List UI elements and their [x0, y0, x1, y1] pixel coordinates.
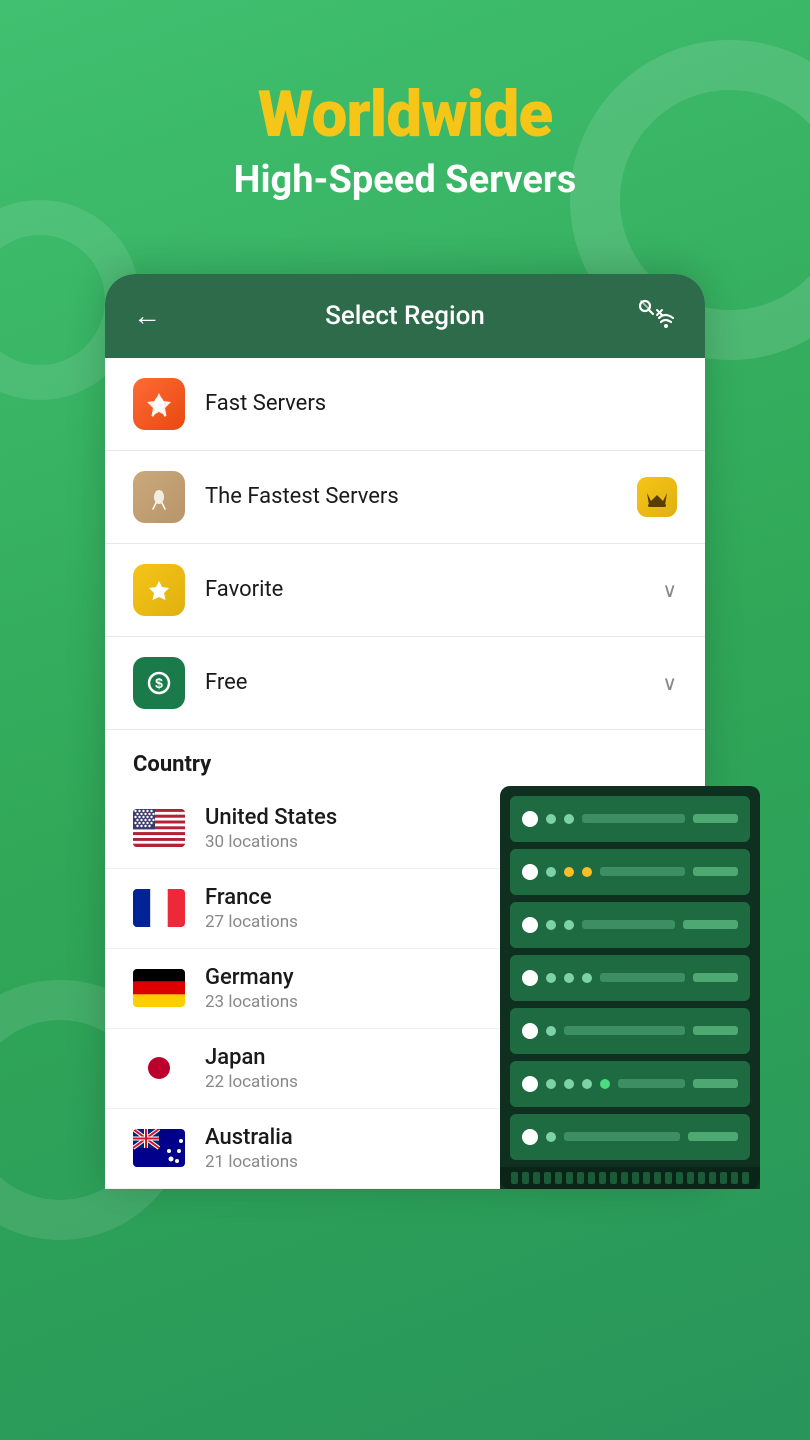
card-header: ← Select Region: [105, 274, 705, 358]
free-icon: $: [133, 657, 185, 709]
server-row-3: [510, 902, 750, 948]
server-row-1: [510, 796, 750, 842]
fast-servers-label: Fast Servers: [205, 391, 677, 416]
flag-au: [133, 1129, 185, 1167]
server-row-2: [510, 849, 750, 895]
favorite-chevron: ∨: [662, 578, 677, 602]
favorite-icon: [133, 564, 185, 616]
server-row-6: [510, 1061, 750, 1107]
server-row-7: [510, 1114, 750, 1160]
server-row-5: [510, 1008, 750, 1054]
card-title: Select Region: [173, 301, 637, 331]
country-section-header: Country: [105, 729, 705, 789]
free-chevron: ∨: [662, 671, 677, 695]
header-icons: [637, 298, 677, 334]
hero-subtitle: High-Speed Servers: [40, 158, 770, 204]
menu-item-favorite[interactable]: Favorite ∨: [105, 544, 705, 637]
flag-us: [133, 809, 185, 847]
menu-list: Fast Servers The Fastest Servers: [105, 358, 705, 729]
back-button[interactable]: ←: [133, 299, 173, 332]
flag-fr: [133, 889, 185, 927]
server-row-4: [510, 955, 750, 1001]
server-rack-illustration: [500, 786, 770, 1189]
fast-servers-icon: [133, 378, 185, 430]
svg-text:$: $: [155, 675, 163, 691]
fastest-servers-icon: [133, 471, 185, 523]
wifi-search-icon[interactable]: [637, 298, 677, 334]
menu-item-fastest-servers[interactable]: The Fastest Servers: [105, 451, 705, 544]
premium-badge: [637, 477, 677, 517]
favorite-label: Favorite: [205, 577, 662, 602]
hero-title: Worldwide: [40, 80, 770, 150]
flag-jp: [133, 1049, 185, 1087]
hero-section: Worldwide High-Speed Servers: [0, 0, 810, 244]
fastest-servers-label: The Fastest Servers: [205, 484, 637, 509]
menu-item-fast-servers[interactable]: Fast Servers: [105, 358, 705, 451]
flag-de: [133, 969, 185, 1007]
menu-item-free[interactable]: $ Free ∨: [105, 637, 705, 729]
free-label: Free: [205, 670, 662, 695]
